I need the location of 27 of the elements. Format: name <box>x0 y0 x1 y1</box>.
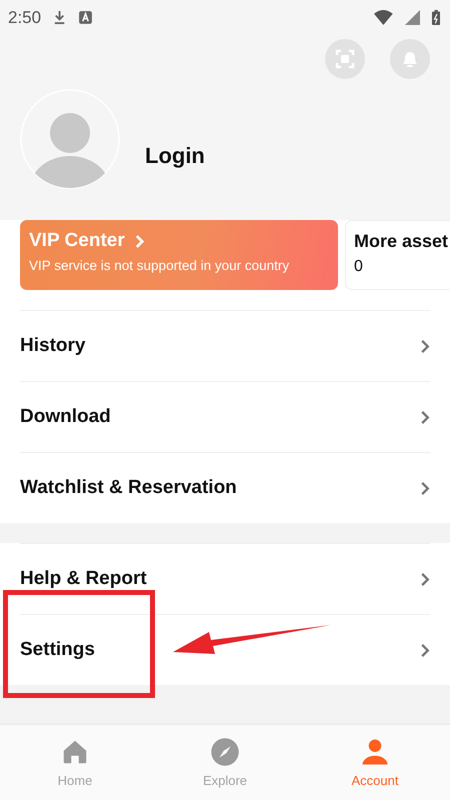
download-icon <box>53 10 66 25</box>
wifi-icon <box>374 10 393 25</box>
clock-time: 2:50 <box>8 8 42 28</box>
notification-icon <box>78 10 94 25</box>
chevron-icon <box>420 572 430 586</box>
menu-item[interactable]: Watchlist & Reservation <box>20 452 430 523</box>
account-icon <box>360 737 390 767</box>
login-link[interactable]: Login <box>145 143 205 169</box>
chevron-icon <box>420 642 430 658</box>
avatar-icon[interactable] <box>20 89 120 189</box>
explore-icon <box>210 737 240 767</box>
chevron-icon <box>420 338 430 354</box>
assets-title: More asset <box>354 231 448 252</box>
bell-icon[interactable] <box>390 39 430 79</box>
assets-card[interactable]: More asset 0 <box>345 220 450 290</box>
scan-icon[interactable] <box>325 39 365 79</box>
chevron-icon <box>134 234 144 248</box>
vip-subtitle: VIP service is not supported in your country <box>29 258 290 273</box>
menu-item[interactable]: Help & Report <box>20 543 430 614</box>
vip-title: VIP Center <box>29 230 125 252</box>
menu-item[interactable]: History <box>20 310 430 381</box>
signal-icon <box>404 10 420 25</box>
menu-item[interactable]: Download <box>20 381 430 452</box>
chevron-icon <box>420 480 430 496</box>
battery-icon <box>432 10 440 25</box>
chevron-icon <box>420 410 430 424</box>
assets-count: 0 <box>354 258 364 276</box>
